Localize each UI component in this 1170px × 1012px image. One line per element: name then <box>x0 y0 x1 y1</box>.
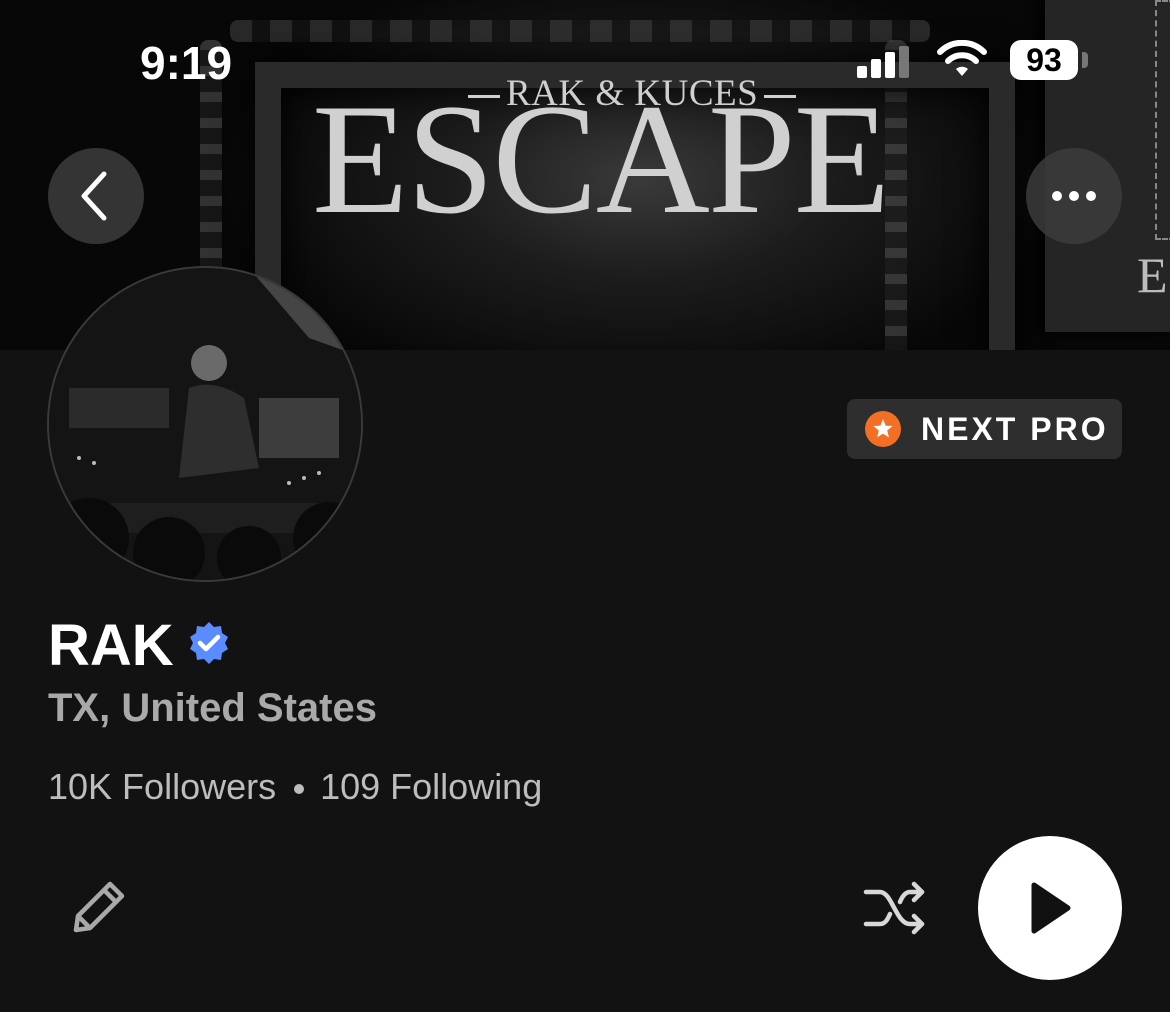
ellipsis-icon <box>1052 191 1096 201</box>
pencil-icon[interactable] <box>66 876 130 940</box>
avatar-photo <box>49 268 361 580</box>
chevron-left-icon <box>81 171 107 221</box>
banner-chain-top <box>230 20 930 42</box>
next-pro-badge[interactable]: NEXT PRO <box>847 399 1122 459</box>
shuffle-icon[interactable] <box>862 880 928 936</box>
wifi-icon <box>937 40 987 76</box>
profile-avatar[interactable] <box>47 266 363 582</box>
profile-name: RAK <box>48 613 174 678</box>
followers-link[interactable]: 10K Followers <box>48 766 276 807</box>
banner-title: ESCAPE <box>312 72 890 247</box>
star-icon <box>865 411 901 447</box>
battery-indicator: 93 <box>1010 40 1078 80</box>
following-link[interactable]: 109 Following <box>320 766 542 807</box>
profile-location: TX, United States <box>48 686 377 730</box>
poster-border <box>1155 0 1170 240</box>
more-options-button[interactable] <box>1026 148 1122 244</box>
play-button[interactable] <box>978 836 1122 980</box>
follow-counts: 10K Followers 109 Following <box>48 766 542 808</box>
verified-icon <box>190 622 228 664</box>
battery-cap <box>1082 52 1088 68</box>
status-time: 9:19 <box>140 37 233 89</box>
separator-dot <box>294 784 305 795</box>
cellular-signal-icon <box>857 46 909 78</box>
back-button[interactable] <box>48 148 144 244</box>
play-icon <box>1031 882 1071 934</box>
poster-letter: E <box>1137 247 1168 303</box>
next-pro-label: NEXT PRO <box>921 410 1109 447</box>
